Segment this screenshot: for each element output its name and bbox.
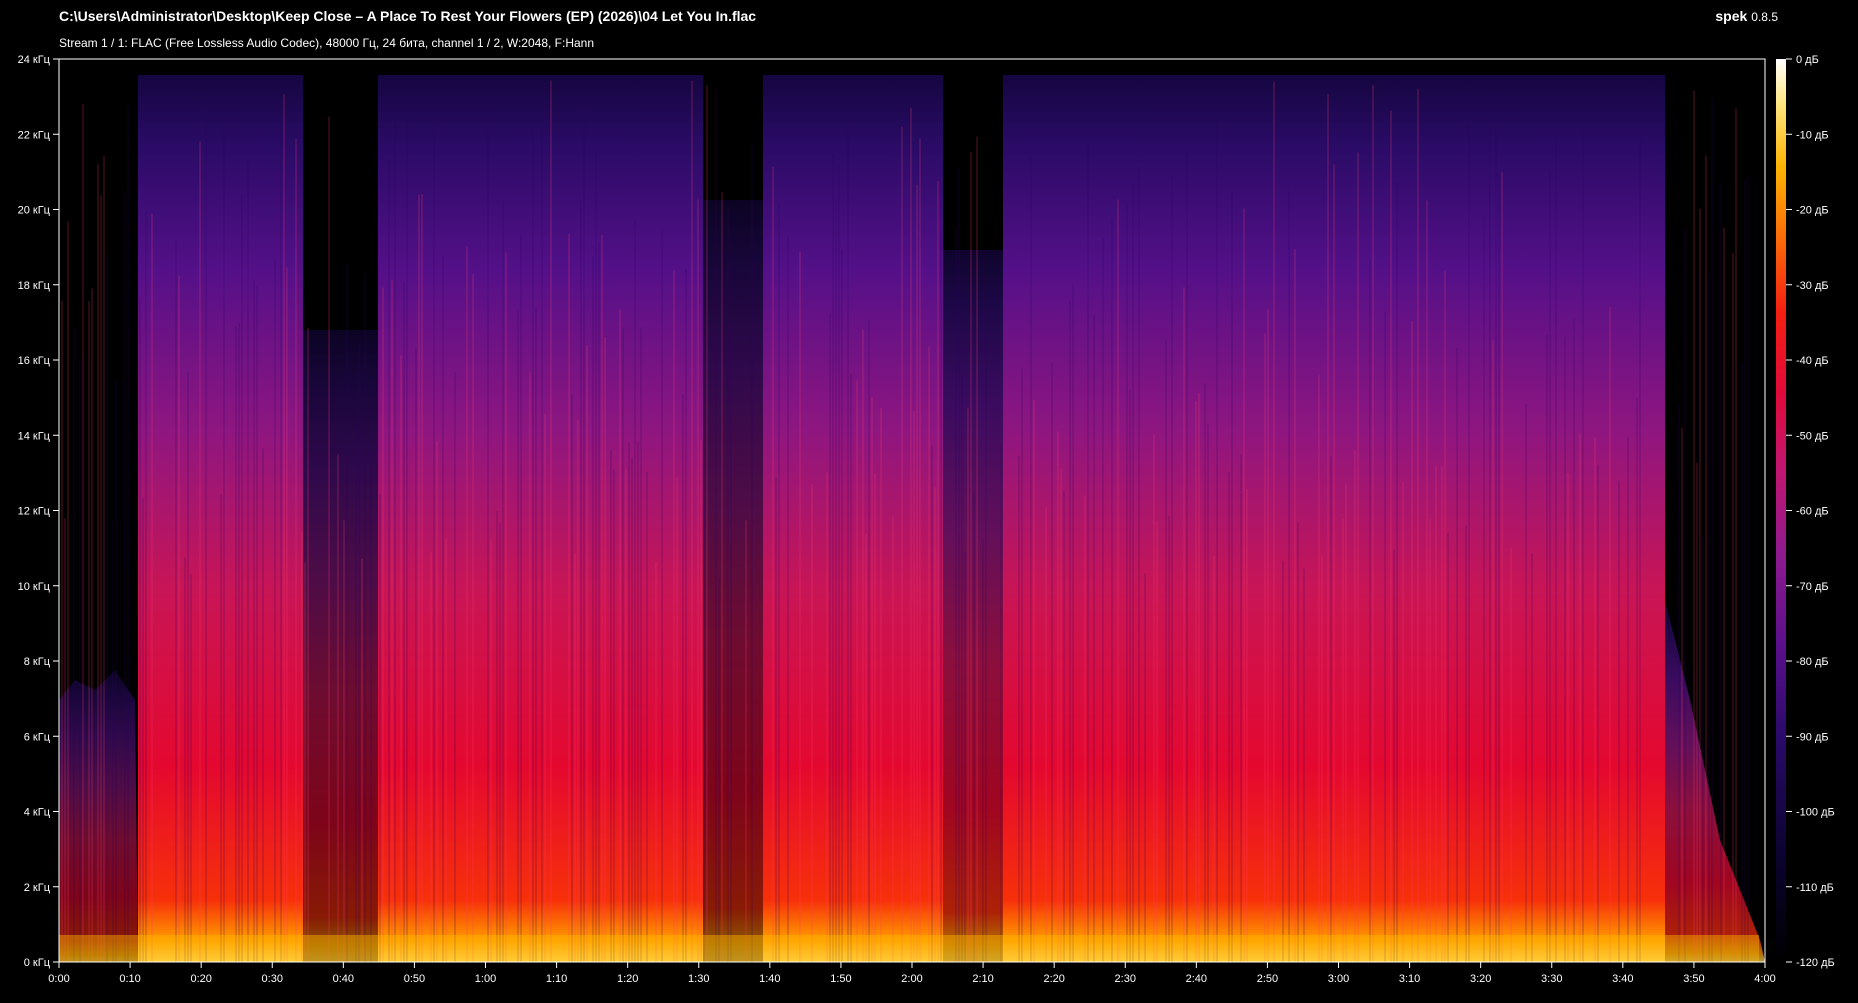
db-tick-label: -10 дБ: [1796, 129, 1829, 141]
time-tick-label: 1:00: [475, 973, 496, 985]
freq-tick-label: 18 кГц: [18, 280, 51, 292]
gap-1: [303, 330, 378, 962]
gap-2: [703, 200, 763, 962]
time-tick-label: 2:50: [1257, 973, 1278, 985]
db-axis: 0 дБ -10 дБ -20 дБ -30 дБ -40 дБ -50 дБ -60 дБ…: [1786, 54, 1835, 969]
frequency-axis: 0 кГц 2 кГц 4 кГц 6 кГц 8 кГц 10 кГц 12 кГц 14 …: [18, 54, 59, 969]
time-tick-label: 0:20: [190, 973, 211, 985]
time-tick-label: 0:00: [48, 973, 69, 985]
db-tick-label: 0 дБ: [1796, 54, 1819, 66]
db-tick-label: -30 дБ: [1796, 280, 1829, 292]
db-tick-label: -40 дБ: [1796, 355, 1829, 367]
time-tick-label: 2:20: [1043, 973, 1064, 985]
time-tick-label: 3:40: [1612, 973, 1633, 985]
freq-tick-label: 12 кГц: [18, 506, 51, 518]
freq-tick-label: 14 кГц: [18, 430, 51, 442]
section-4: [763, 75, 943, 962]
time-tick-label: 0:50: [404, 973, 425, 985]
time-tick-label: 3:50: [1683, 973, 1704, 985]
time-tick-label: 1:30: [688, 973, 709, 985]
db-tick-label: -120 дБ: [1796, 957, 1835, 969]
freq-tick-label: 10 кГц: [18, 581, 51, 593]
db-tick-label: -100 дБ: [1796, 807, 1835, 819]
db-tick-label: -110 дБ: [1796, 882, 1834, 894]
freq-tick-label: 22 кГц: [18, 129, 51, 141]
freq-tick-label: 4 кГц: [24, 807, 51, 819]
time-tick-label: 2:30: [1115, 973, 1136, 985]
time-tick-label: 0:10: [119, 973, 140, 985]
db-tick-label: -70 дБ: [1796, 581, 1829, 593]
time-tick-label: 2:40: [1186, 973, 1207, 985]
time-tick-label: 3:10: [1399, 973, 1420, 985]
time-tick-label: 1:40: [759, 973, 780, 985]
freq-tick-label: 2 кГц: [24, 882, 51, 894]
spectrogram-view[interactable]: 0 кГц 2 кГц 4 кГц 6 кГц 8 кГц 10 кГц 12 кГц 14 …: [0, 0, 1858, 1003]
time-tick-label: 3:30: [1541, 973, 1562, 985]
db-tick-label: -60 дБ: [1796, 506, 1829, 518]
gap-3: [943, 250, 1003, 962]
time-tick-label: 3:00: [1328, 973, 1349, 985]
time-tick-label: 1:10: [546, 973, 567, 985]
db-tick-label: -90 дБ: [1796, 731, 1829, 743]
freq-tick-label: 16 кГц: [18, 355, 51, 367]
db-color-scale: [1776, 59, 1786, 962]
freq-tick-label: 8 кГц: [24, 656, 51, 668]
time-tick-label: 2:10: [972, 973, 993, 985]
time-axis: 0:00 0:10 0:20 0:30 0:40 0:50 1:00 1:10 1:20 1:30…: [48, 962, 1776, 985]
low-band: [59, 935, 1759, 962]
db-tick-label: -50 дБ: [1796, 430, 1829, 442]
freq-tick-label: 6 кГц: [24, 731, 51, 743]
time-tick-label: 1:20: [617, 973, 638, 985]
time-tick-label: 1:50: [830, 973, 851, 985]
time-tick-label: 4:00: [1754, 973, 1775, 985]
freq-tick-label: 20 кГц: [18, 205, 51, 217]
time-tick-label: 2:00: [901, 973, 922, 985]
freq-tick-label: 24 кГц: [18, 54, 51, 66]
db-tick-label: -80 дБ: [1796, 656, 1829, 668]
db-tick-label: -20 дБ: [1796, 205, 1829, 217]
time-tick-label: 0:30: [262, 973, 283, 985]
section-5: [1003, 75, 1383, 962]
time-tick-label: 0:40: [333, 973, 354, 985]
freq-tick-label: 0 кГц: [24, 957, 51, 969]
time-tick-label: 3:20: [1470, 973, 1491, 985]
section-6: [1383, 75, 1665, 962]
